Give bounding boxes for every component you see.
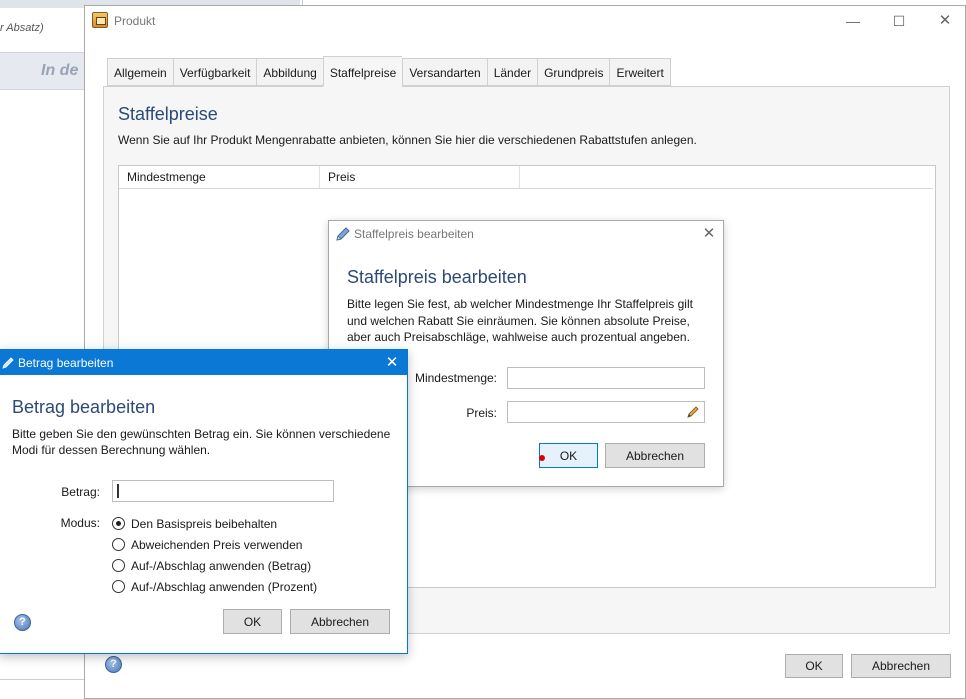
tab-staffelpreise[interactable]: Staffelpreise	[322, 56, 403, 87]
radio-unchecked[interactable]	[112, 580, 125, 593]
betrag-close-button[interactable]: ✕	[382, 353, 402, 373]
mindestmenge-label: Mindestmenge:	[414, 371, 497, 385]
background-hint-text: r Absatz)	[0, 22, 44, 34]
tab-grundpreis[interactable]: Grundpreis	[537, 58, 610, 86]
modus-option-prozent[interactable]: Auf-/Abschlag anwenden (Prozent)	[112, 576, 317, 597]
product-box-icon	[92, 12, 108, 28]
staffel-cancel-button[interactable]: Abbrechen	[605, 443, 705, 468]
background-divider-bottom	[0, 679, 90, 680]
minimize-button[interactable]: —	[835, 10, 871, 32]
dialog-title: Staffelpreis bearbeiten	[354, 227, 474, 241]
mindestmenge-input[interactable]	[507, 367, 705, 389]
maximize-button[interactable]: ☐	[881, 10, 917, 32]
modus-option-basispreis[interactable]: Den Basispreis beibehalten	[112, 513, 317, 534]
column-header-preis[interactable]: Preis	[320, 166, 520, 188]
pencil-icon	[2, 357, 14, 369]
radio-label: Auf-/Abschlag anwenden (Betrag)	[131, 558, 312, 573]
betrag-ok-button[interactable]: OK	[223, 609, 282, 634]
window-ok-button[interactable]: OK	[785, 654, 843, 678]
radio-label: Den Basispreis beibehalten	[131, 516, 278, 531]
pencil-icon	[336, 227, 350, 241]
preis-label: Preis:	[466, 406, 497, 420]
tab-bar: Allgemein Verfügbarkeit Abbildung Staffe…	[107, 56, 671, 87]
modus-radio-group: Den Basispreis beibehalten Abweichenden …	[112, 513, 317, 597]
tab-allgemein[interactable]: Allgemein	[107, 58, 173, 86]
help-icon[interactable]: ?	[14, 614, 31, 631]
radio-checked[interactable]	[112, 517, 125, 530]
panel-heading: Staffelpreise	[118, 104, 218, 124]
radio-label: Abweichenden Preis verwenden	[131, 537, 303, 552]
dialog-heading: Staffelpreis bearbeiten	[347, 267, 527, 287]
window-titlebar[interactable]: Produkt — ☐ ✕	[85, 6, 965, 36]
betrag-label: Betrag:	[61, 485, 100, 499]
radio-unchecked[interactable]	[112, 559, 125, 572]
tab-verfuegbarkeit[interactable]: Verfügbarkeit	[172, 58, 257, 86]
modus-option-abweichend[interactable]: Abweichenden Preis verwenden	[112, 534, 317, 555]
betrag-description: Bitte geben Sie den gewünschten Betrag e…	[12, 427, 391, 457]
modus-option-betrag[interactable]: Auf-/Abschlag anwenden (Betrag)	[112, 555, 317, 576]
betrag-heading: Betrag bearbeiten	[12, 397, 156, 417]
betrag-cancel-button[interactable]: Abbrechen	[290, 609, 390, 634]
betrag-dialog: Betrag bearbeiten ✕ Betrag bearbeiten Bi…	[0, 349, 408, 654]
tab-erweitert[interactable]: Erweitert	[609, 58, 671, 86]
panel-description: Wenn Sie auf Ihr Produkt Mengenrabatte a…	[118, 133, 697, 147]
window-cancel-button[interactable]: Abbrechen	[851, 654, 951, 678]
radio-label: Auf-/Abschlag anwenden (Prozent)	[131, 579, 318, 594]
staffel-ok-button[interactable]: OK	[539, 443, 598, 468]
tab-abbildung[interactable]: Abbildung	[256, 58, 323, 86]
betrag-titlebar[interactable]: Betrag bearbeiten ✕	[0, 350, 407, 375]
column-header-mindestmenge[interactable]: Mindestmenge	[119, 166, 320, 188]
help-icon[interactable]: ?	[105, 656, 122, 673]
window-title: Produkt	[114, 14, 156, 28]
edit-pencil-icon[interactable]	[686, 405, 700, 419]
betrag-input[interactable]	[112, 480, 334, 502]
tab-versandarten[interactable]: Versandarten	[402, 58, 487, 86]
dialog-close-button[interactable]: ✕	[699, 224, 719, 244]
tab-laender[interactable]: Länder	[486, 58, 538, 86]
text-caret	[117, 484, 119, 498]
background-band-text: In de	[41, 62, 79, 79]
grid-header: Mindestmenge Preis	[119, 166, 933, 189]
modus-label: Modus:	[60, 516, 100, 530]
radio-unchecked[interactable]	[112, 538, 125, 551]
window-close-button[interactable]: ✕	[927, 10, 963, 32]
cursor-marker	[539, 455, 545, 461]
dialog-description: Bitte legen Sie fest, ab welcher Mindest…	[347, 297, 693, 344]
preis-input[interactable]	[507, 401, 705, 423]
betrag-title: Betrag bearbeiten	[18, 356, 114, 370]
